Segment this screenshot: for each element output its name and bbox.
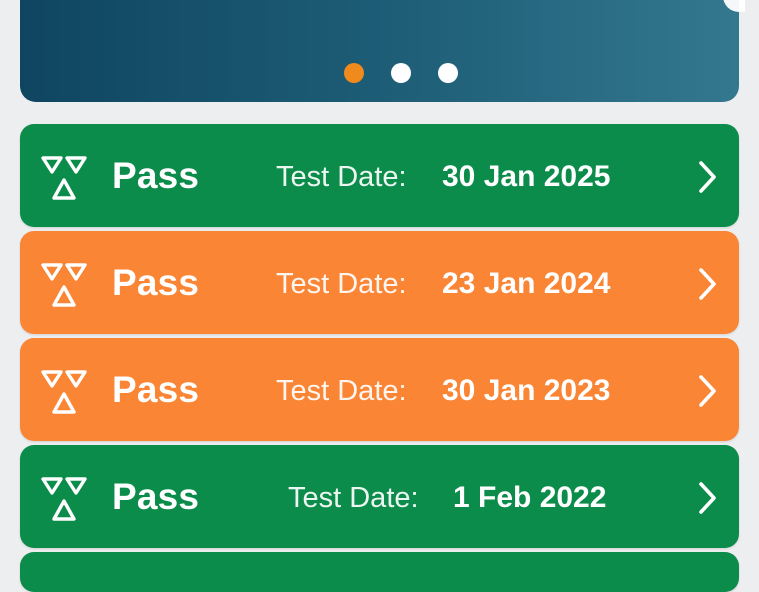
test-date-value: 23 Jan 2024	[442, 267, 611, 300]
result-status: Pass	[112, 476, 200, 517]
result-status: Pass	[112, 155, 200, 196]
banner-card-edge	[723, 0, 745, 12]
mot-triangles-icon	[41, 156, 87, 200]
chevron-right-icon	[699, 482, 716, 514]
vehicle-banner-carousel[interactable]	[20, 0, 745, 102]
test-date-label: Test Date:	[276, 268, 407, 300]
result-status: Pass	[112, 262, 200, 303]
carousel-dot-2[interactable]	[391, 63, 411, 83]
chevron-right-icon	[699, 268, 716, 300]
mot-triangles-icon	[41, 263, 87, 307]
test-date-value: 30 Jan 2023	[442, 374, 611, 407]
test-date-label: Test Date:	[276, 161, 407, 193]
test-date-value: 30 Jan 2025	[442, 160, 611, 193]
test-date-label: Test Date:	[288, 482, 419, 514]
mot-result-row[interactable]: Pass Test Date: 23 Jan 2024	[20, 231, 739, 334]
test-date-label: Test Date:	[276, 375, 407, 407]
mot-triangles-icon	[41, 477, 87, 521]
mot-result-row[interactable]: Pass Test Date: 1 Feb 2022	[20, 445, 739, 548]
carousel-dot-3[interactable]	[438, 63, 458, 83]
result-status: Pass	[112, 369, 200, 410]
carousel-dot-1[interactable]	[344, 63, 364, 83]
mot-result-row[interactable]: Pass Test Date: 30 Jan 2025	[20, 124, 739, 227]
mot-result-row-partial[interactable]	[20, 552, 739, 592]
chevron-right-icon	[699, 161, 716, 193]
chevron-right-icon	[699, 375, 716, 407]
carousel-page-indicator[interactable]	[344, 63, 458, 83]
mot-history-list: Pass Test Date: 30 Jan 2025 Pass Test Da…	[20, 124, 739, 592]
mot-result-row[interactable]: Pass Test Date: 30 Jan 2023	[20, 338, 739, 441]
mot-triangles-icon	[41, 370, 87, 414]
test-date-value: 1 Feb 2022	[453, 481, 607, 514]
